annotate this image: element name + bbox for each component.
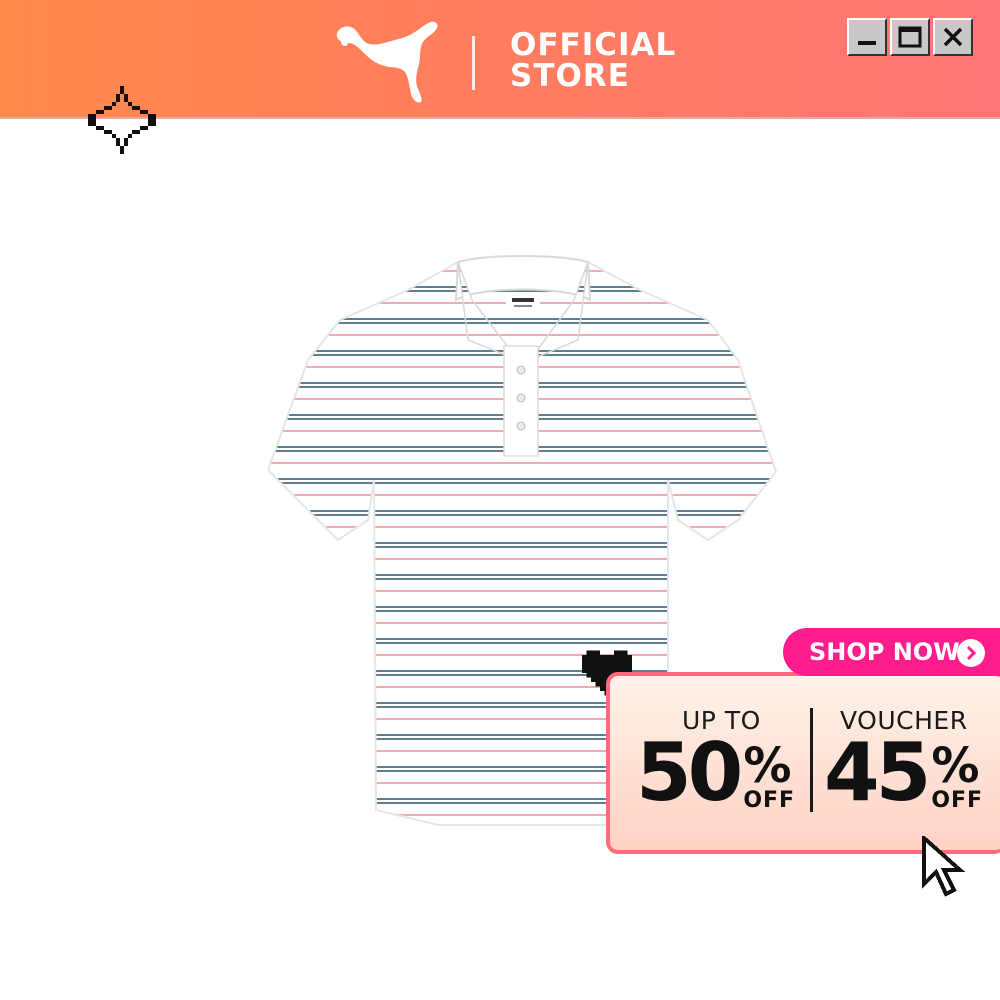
chevron-right-icon: [957, 639, 985, 667]
brand-title: OFFICIAL STORE: [510, 30, 676, 92]
maximize-button[interactable]: [890, 18, 930, 56]
promo-voucher: VOUCHER 45 % OFF: [824, 706, 994, 813]
minimize-icon: [858, 41, 876, 45]
close-icon: [943, 27, 963, 47]
brand-line-1: OFFICIAL: [510, 27, 677, 63]
promo-discount-suffix: OFF: [743, 788, 796, 813]
promo-discount: UP TO 50 % OFF: [636, 706, 806, 813]
sparkle-icon: [88, 86, 156, 154]
minimize-button[interactable]: [847, 18, 887, 56]
logo-divider: [472, 36, 475, 90]
window-controls: [847, 18, 973, 56]
promo-divider: [810, 708, 813, 812]
percent-sign: %: [931, 738, 980, 794]
puma-logo-icon: [336, 21, 438, 103]
promo-voucher-value: 45: [824, 726, 931, 819]
maximize-icon: [898, 26, 922, 48]
cursor-icon: [922, 836, 966, 897]
percent-sign: %: [743, 738, 792, 794]
close-button[interactable]: [933, 18, 973, 56]
promo-voucher-suffix: OFF: [931, 788, 984, 813]
promo-discount-value: 50: [636, 726, 743, 819]
brand-line-2: STORE: [510, 58, 630, 94]
shop-now-button[interactable]: SHOP NOW: [783, 628, 1000, 676]
promo-panel[interactable]: UP TO 50 % OFF VOUCHER 45 % OFF: [606, 672, 1000, 854]
shop-now-label: SHOP NOW: [809, 638, 960, 666]
